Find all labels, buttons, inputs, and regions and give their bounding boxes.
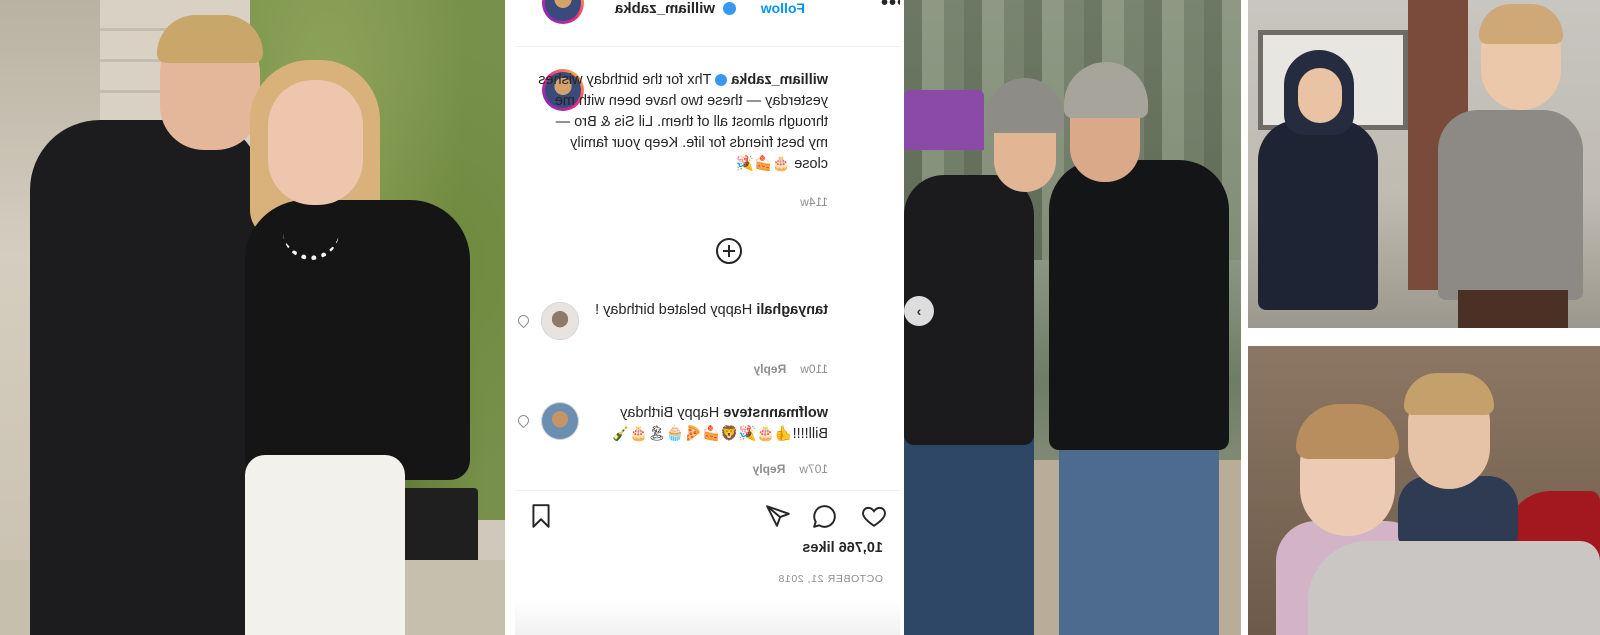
post-caption: william_zabka Thx for the birthday wishe… bbox=[538, 70, 828, 175]
bookmark-icon[interactable] bbox=[528, 503, 554, 529]
instagram-post-screenshot: william_zabka Follow ••• william_zabka T… bbox=[515, 0, 900, 635]
comment-age: 107w bbox=[799, 462, 828, 476]
caption-age: 114w bbox=[800, 195, 828, 209]
comment-age: 110w bbox=[800, 362, 828, 376]
boy-shorts bbox=[1458, 290, 1568, 328]
man-hair bbox=[157, 15, 263, 63]
man-suit bbox=[30, 120, 260, 635]
comment-like-heart-icon[interactable] bbox=[515, 312, 532, 329]
follow-button[interactable]: Follow bbox=[761, 0, 805, 16]
comment-avatar[interactable] bbox=[541, 302, 579, 340]
carousel-prev-icon[interactable]: ‹ bbox=[904, 296, 934, 326]
comment-2: wolfmannsteve Happy Birthday Bill!!!!👍🎂🎉… bbox=[588, 403, 828, 445]
plus-circle-icon[interactable] bbox=[716, 238, 742, 264]
comment-username[interactable]: wolfmannsteve bbox=[723, 405, 828, 421]
event-photo bbox=[0, 0, 505, 635]
actions-divider bbox=[515, 490, 900, 491]
verified-badge-icon bbox=[723, 2, 736, 15]
reply-button[interactable]: Reply bbox=[753, 462, 786, 476]
outdoor-photo: ‹ bbox=[904, 0, 1241, 635]
woman-black-top bbox=[245, 200, 470, 480]
child-navy-coat bbox=[1258, 120, 1378, 310]
man-puffer-jacket bbox=[1049, 160, 1229, 450]
purple-tent bbox=[904, 90, 984, 150]
comment-like-heart-icon[interactable] bbox=[515, 412, 532, 429]
author-avatar[interactable] bbox=[542, 0, 584, 24]
header-username[interactable]: william_zabka bbox=[615, 0, 715, 17]
comment-1: tanyaghali Happy belated birthday ! bbox=[588, 300, 828, 321]
comment-text: Happy belated birthday ! bbox=[595, 302, 753, 318]
child-face bbox=[1298, 68, 1342, 123]
vintage-photo-bottom bbox=[1248, 346, 1600, 635]
share-icon[interactable] bbox=[765, 503, 791, 529]
more-options-icon[interactable]: ••• bbox=[880, 0, 900, 15]
caption-verified-icon bbox=[715, 74, 728, 86]
caption-username[interactable]: william_zabka bbox=[731, 72, 828, 88]
boy-hair bbox=[1404, 373, 1494, 415]
woman-jeans bbox=[904, 420, 1034, 635]
blanket bbox=[1308, 541, 1600, 635]
reply-button[interactable]: Reply bbox=[754, 362, 787, 376]
bottom-fade bbox=[515, 600, 900, 635]
comment-icon[interactable] bbox=[812, 503, 838, 529]
post-action-bar bbox=[515, 495, 900, 535]
woman-face bbox=[268, 80, 363, 205]
man-jeans bbox=[1059, 420, 1219, 635]
boy-grey-coat bbox=[1438, 110, 1583, 300]
comment-avatar[interactable] bbox=[541, 402, 579, 440]
boy-hair bbox=[1479, 4, 1563, 44]
post-header: william_zabka Follow ••• bbox=[515, 0, 900, 24]
header-divider bbox=[515, 46, 900, 47]
likes-count[interactable]: 10,766 likes bbox=[802, 540, 883, 556]
post-date: OCTOBER 21, 2018 bbox=[777, 573, 883, 585]
woman-white-pants bbox=[245, 455, 405, 635]
comment-meta: 107w Reply bbox=[753, 462, 828, 476]
comment-username[interactable]: tanyaghali bbox=[756, 302, 828, 318]
comment-meta: 110w Reply bbox=[754, 362, 828, 376]
vintage-photo-top bbox=[1248, 0, 1600, 328]
heart-icon[interactable] bbox=[861, 503, 887, 529]
